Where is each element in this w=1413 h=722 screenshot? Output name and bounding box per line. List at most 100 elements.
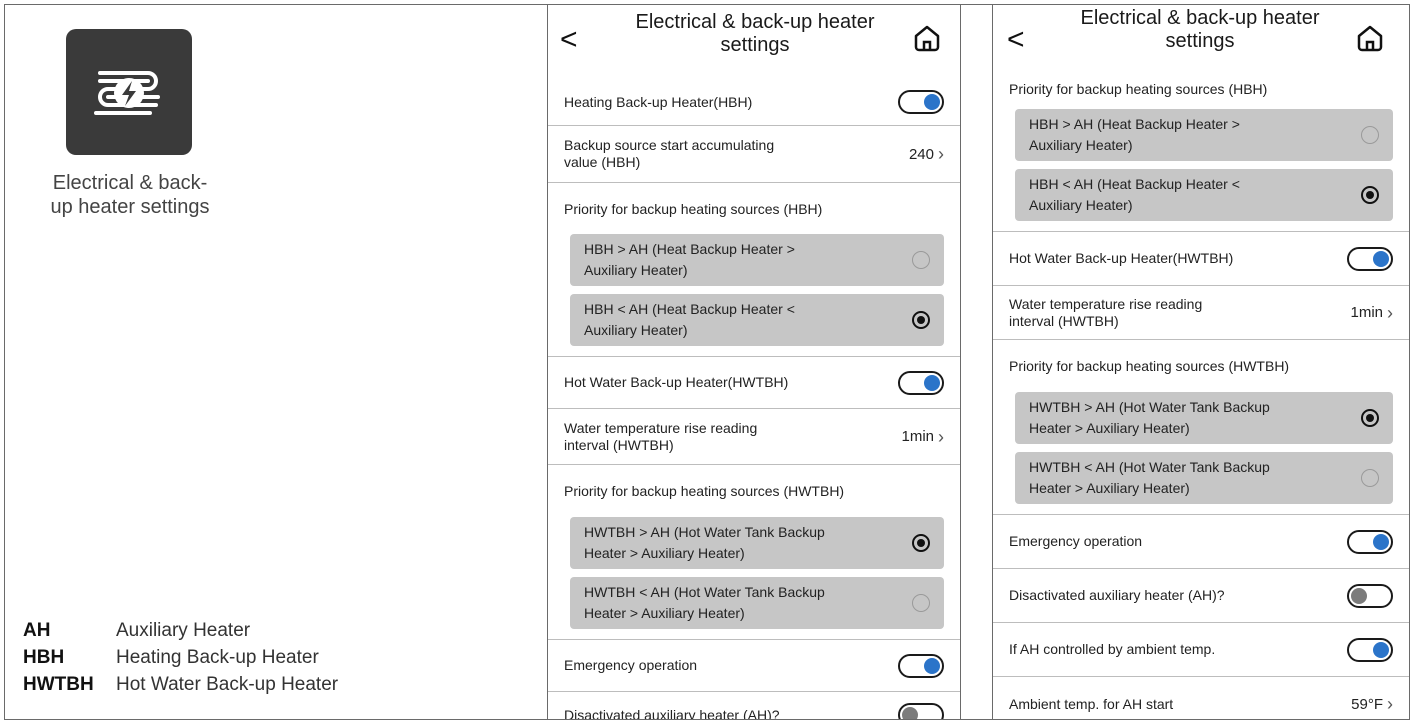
row-label: Emergency operation [1009,533,1143,549]
radio-checked[interactable] [912,534,930,552]
page-title-line-2: settings [720,34,790,56]
home-icon[interactable] [912,23,942,53]
legend-panel: Electrical & back- up heater settings AH… [4,4,547,720]
ambient-temp-row[interactable]: Ambient temp. for AH start 59°F › [993,677,1409,719]
hwtbh-toggle-row: Hot Water Back-up Heater(HWTBH) [548,357,960,409]
screen-gap [961,4,992,720]
row-label: Backup source start accumulating value (… [564,137,774,171]
toggle-knob [1373,250,1389,267]
back-chevron-icon[interactable]: < [560,25,578,55]
hwtbh-priority-option-2[interactable]: HWTBH < AH (Hot Water Tank Backup Heater… [570,577,944,629]
section-title: Priority for backup heating sources (HWT… [1009,358,1290,374]
row-label: If AH controlled by ambient temp. [1009,641,1216,657]
app-caption: Electrical & back- up heater settings [15,171,245,219]
option-label: HBH < AH (Heat Backup Heater < Auxiliary… [1029,174,1329,216]
option-label-line-2: Auxiliary Heater) [1029,137,1133,153]
page-title-line-1: Electrical & back-up heater [1080,7,1320,29]
row-value: 1min › [1350,304,1393,322]
water-rise-interval-row[interactable]: Water temperature rise reading interval … [993,286,1409,340]
emergency-toggle[interactable] [898,653,944,678]
radio-unchecked[interactable] [1361,469,1379,487]
heater-lightning-icon [94,71,160,115]
home-icon[interactable] [1355,23,1385,53]
section-title: Priority for backup heating sources (HWT… [564,483,845,499]
row-label-line-1: Water temperature rise reading [1009,295,1203,312]
hbh-priority-option-2[interactable]: HBH < AH (Heat Backup Heater < Auxiliary… [1015,169,1393,221]
ah-ambient-toggle[interactable] [1347,637,1393,662]
radio-unchecked[interactable] [912,251,930,269]
section-title: Priority for backup heating sources (HBH… [1009,81,1268,97]
option-label-line-1: HBH < AH (Heat Backup Heater < [584,301,795,317]
row-label: Heating Back-up Heater(HBH) [564,93,753,110]
toggle-knob [902,707,918,719]
option-label-line-2: Heater > Auxiliary Heater) [1029,420,1190,436]
option-label-line-1: HBH > AH (Heat Backup Heater > [584,241,795,257]
option-label-line-2: Heater > Auxiliary Heater) [584,605,745,621]
backup-start-value: 240 [908,145,934,163]
hwtbh-priority-option-1[interactable]: HWTBH > AH (Hot Water Tank Backup Heater… [1015,392,1393,444]
settings-list: Heating Back-up Heater(HBH) Backup sourc… [548,79,960,720]
emergency-operation-row: Emergency operation [548,640,960,692]
hbh-toggle-row: Heating Back-up Heater(HBH) [548,79,960,126]
radio-checked[interactable] [912,311,930,329]
section-title: Priority for backup heating sources (HBH… [564,200,823,217]
radio-unchecked[interactable] [912,594,930,612]
option-label: HWTBH > AH (Hot Water Tank Backup Heater… [584,522,884,564]
toggle-knob [1373,533,1389,550]
screen-header: < Electrical & back-up heater settings [993,5,1409,69]
water-rise-interval-row[interactable]: Water temperature rise reading interval … [548,409,960,465]
hbh-toggle[interactable] [898,90,944,114]
radio-checked[interactable] [1361,409,1379,427]
hbh-priority-group: Priority for backup heating sources (HBH… [548,183,960,357]
hwtbh-toggle[interactable] [1347,246,1393,271]
radio-unchecked[interactable] [1361,126,1379,144]
back-chevron-icon[interactable]: < [1007,25,1025,55]
settings-screen-1: < Electrical & back-up heater settings H… [547,4,961,720]
hbh-priority-option-1[interactable]: HBH > AH (Heat Backup Heater > Auxiliary… [570,234,944,286]
option-label-line-2: Heater > Auxiliary Heater) [1029,480,1190,496]
row-label-line-2: interval (HWTBH) [564,436,674,453]
row-label-line-1: Backup source start accumulating [564,137,775,153]
backup-start-value-row[interactable]: Backup source start accumulating value (… [548,126,960,183]
page-title-line-2: settings [1165,30,1235,52]
hwtbh-priority-option-2[interactable]: HWTBH < AH (Hot Water Tank Backup Heater… [1015,452,1393,504]
app-tile-electrical-heater[interactable] [66,29,192,155]
option-label: HBH > AH (Heat Backup Heater > Auxiliary… [1029,114,1329,156]
option-label: HWTBH > AH (Hot Water Tank Backup Heater… [1029,397,1329,439]
legend-desc: Hot Water Back-up Heater [116,673,339,695]
water-rise-value: 1min [901,428,934,445]
option-label-line-1: HBH > AH (Heat Backup Heater > [1029,116,1240,132]
app-caption-line-2: up heater settings [50,196,210,218]
option-label-line-2: Auxiliary Heater) [1029,197,1133,213]
hwtbh-toggle-row: Hot Water Back-up Heater(HWTBH) [993,232,1409,286]
hbh-priority-option-1[interactable]: HBH > AH (Heat Backup Heater > Auxiliary… [1015,109,1393,161]
row-value: 1min › [901,428,944,446]
legend-abbr: AH [23,619,51,641]
legend-desc: Auxiliary Heater [116,619,251,641]
radio-checked[interactable] [1361,186,1379,204]
disactivate-ah-toggle[interactable] [898,703,944,719]
legend-abbr: HWTBH [23,673,94,695]
legend-row-hbh: HBH Heating Back-up Heater [23,644,338,671]
page-title: Electrical & back-up heater settings [614,11,896,57]
toggle-knob [924,94,940,110]
hwtbh-priority-option-1[interactable]: HWTBH > AH (Hot Water Tank Backup Heater… [570,517,944,569]
hbh-priority-option-2[interactable]: HBH < AH (Heat Backup Heater < Auxiliary… [570,294,944,346]
row-label: Disactivated auxiliary heater (AH)? [1009,587,1225,603]
settings-screen-2: < Electrical & back-up heater settings P… [992,4,1410,720]
chevron-right-icon: › [938,144,944,164]
option-label-line-1: HWTBH > AH (Hot Water Tank Backup [1029,399,1270,415]
option-label-line-1: HBH < AH (Heat Backup Heater < [1029,176,1240,192]
legend-row-hwtbh: HWTBH Hot Water Back-up Heater [23,671,338,698]
hwtbh-toggle[interactable] [898,370,944,395]
row-label: Disactivated auxiliary heater (AH)? [564,706,780,720]
row-value: 240 › [909,145,944,163]
settings-list: Priority for backup heating sources (HBH… [993,69,1409,719]
legend-row-ah: AH Auxiliary Heater [23,617,338,644]
disactivate-ah-toggle[interactable] [1347,583,1393,608]
hwtbh-priority-group: Priority for backup heating sources (HWT… [993,340,1409,515]
row-label: Emergency operation [564,657,698,673]
emergency-toggle[interactable] [1347,529,1393,554]
row-label-line-1: Water temperature rise reading [564,419,758,436]
option-label-line-2: Auxiliary Heater) [584,262,688,278]
